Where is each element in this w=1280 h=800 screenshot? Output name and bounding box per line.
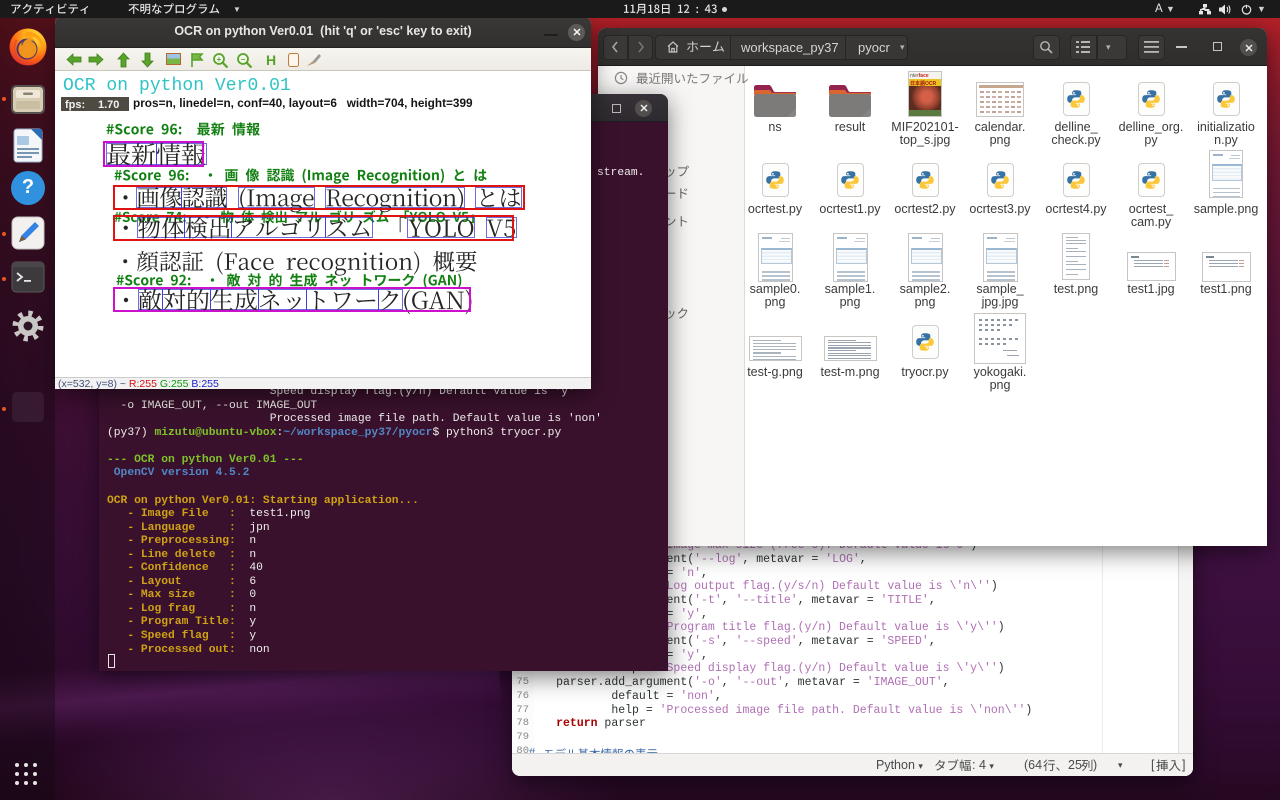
svg-text:+: +: [217, 55, 222, 64]
svg-text:−: −: [241, 55, 246, 64]
